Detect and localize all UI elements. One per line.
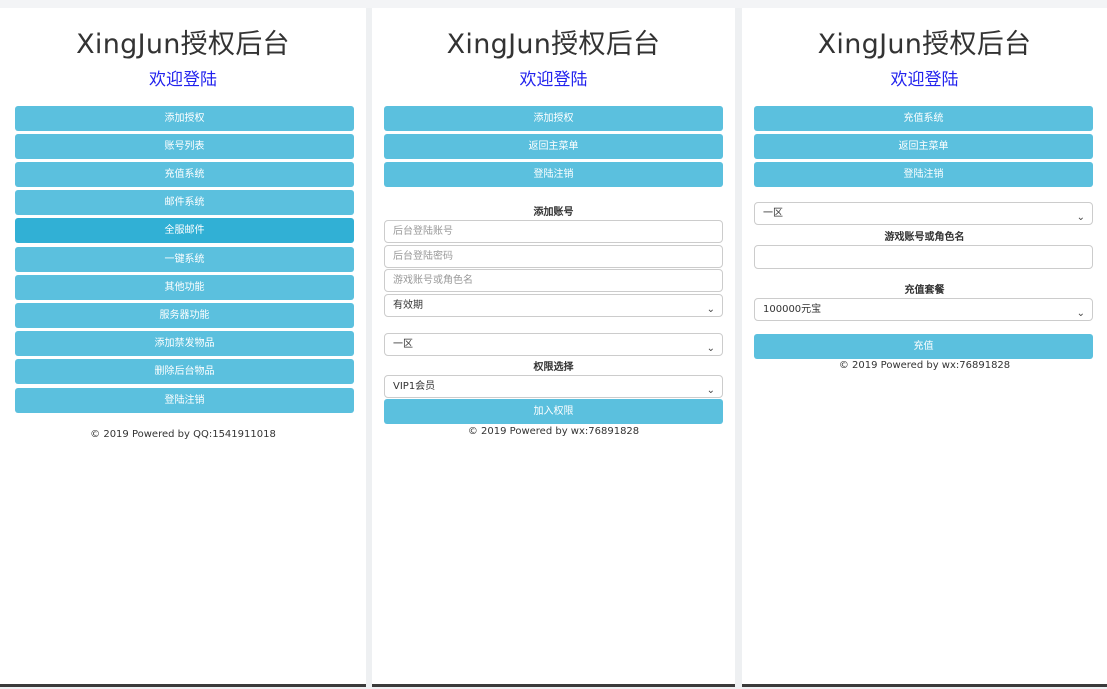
server-functions-button[interactable]: 服务器功能	[15, 303, 354, 328]
permission-select-value: VIP1会员	[393, 381, 436, 392]
chevron-down-icon: ⌄	[1076, 308, 1085, 319]
chevron-down-icon: ⌄	[706, 385, 715, 396]
logout-button[interactable]: 登陆注销	[754, 162, 1093, 187]
add-account-panel: XingJun授权后台 欢迎登陆 添加授权 返回主菜单 登陆注销 添加账号 后台…	[372, 8, 735, 687]
main-menu-panel: XingJun授权后台 欢迎登陆 添加授权 账号列表 充值系统 邮件系统 全服邮…	[0, 8, 366, 687]
logout-button[interactable]: 登陆注销	[15, 388, 354, 413]
recharge-panel: XingJun授权后台 欢迎登陆 充值系统 返回主菜单 登陆注销 一区 ⌄ 游戏…	[742, 8, 1107, 687]
other-functions-button[interactable]: 其他功能	[15, 275, 354, 300]
recharge-button[interactable]: 充值	[754, 334, 1093, 359]
package-select-value: 100000元宝	[763, 304, 822, 315]
game-account-input[interactable]: 游戏账号或角色名	[384, 269, 723, 292]
validity-select-value: 有效期	[393, 300, 423, 311]
panel-bottom-bar	[742, 684, 1107, 687]
welcome-subtitle: 欢迎登陆	[149, 70, 217, 90]
add-banned-items-button[interactable]: 添加禁发物品	[15, 331, 354, 356]
page-title: XingJun授权后台	[446, 29, 661, 60]
zone-select[interactable]: 一区 ⌄	[384, 333, 723, 356]
welcome-subtitle: 欢迎登陆	[890, 70, 959, 90]
footer-text: © 2019 Powered by wx:76891828	[467, 426, 640, 437]
page-title: XingJun授权后台	[76, 29, 290, 60]
mail-system-button[interactable]: 邮件系统	[15, 190, 354, 215]
add-permission-button[interactable]: 加入权限	[384, 399, 723, 424]
chevron-down-icon: ⌄	[706, 304, 715, 315]
panel-bottom-bar	[0, 684, 366, 687]
account-list-button[interactable]: 账号列表	[15, 134, 354, 159]
add-authorization-button[interactable]: 添加授权	[384, 106, 723, 131]
admin-account-input[interactable]: 后台登陆账号	[384, 220, 723, 243]
add-authorization-button[interactable]: 添加授权	[15, 106, 354, 131]
recharge-system-button[interactable]: 充值系统	[754, 106, 1093, 131]
delete-backend-items-button[interactable]: 删除后台物品	[15, 359, 354, 384]
game-account-input[interactable]	[754, 245, 1093, 269]
admin-password-input[interactable]: 后台登陆密码	[384, 245, 723, 268]
package-label: 充值套餐	[904, 285, 945, 296]
validity-select[interactable]: 有效期 ⌄	[384, 294, 723, 317]
permission-heading: 权限选择	[533, 362, 574, 373]
chevron-down-icon: ⌄	[1076, 212, 1085, 223]
server-wide-mail-button[interactable]: 全服邮件	[15, 218, 354, 243]
panel-bottom-bar	[372, 684, 735, 687]
one-click-system-button[interactable]: 一键系统	[15, 247, 354, 272]
zone-select[interactable]: 一区 ⌄	[754, 202, 1093, 225]
package-select[interactable]: 100000元宝 ⌄	[754, 298, 1093, 321]
logout-button[interactable]: 登陆注销	[384, 162, 723, 187]
welcome-subtitle: 欢迎登陆	[519, 70, 588, 90]
back-to-main-menu-button[interactable]: 返回主菜单	[384, 134, 723, 159]
top-strip	[0, 0, 1107, 8]
account-label: 游戏账号或角色名	[884, 232, 965, 243]
page-title: XingJun授权后台	[817, 29, 1032, 60]
back-to-main-menu-button[interactable]: 返回主菜单	[754, 134, 1093, 159]
permission-select[interactable]: VIP1会员 ⌄	[384, 375, 723, 398]
zone-select-value: 一区	[393, 339, 413, 350]
chevron-down-icon: ⌄	[706, 343, 715, 354]
add-account-heading: 添加账号	[533, 207, 574, 218]
recharge-system-button[interactable]: 充值系统	[15, 162, 354, 187]
footer-text: © 2019 Powered by wx:76891828	[838, 360, 1011, 371]
zone-select-value: 一区	[763, 208, 783, 219]
footer-text: © 2019 Powered by QQ:1541911018	[90, 429, 276, 440]
